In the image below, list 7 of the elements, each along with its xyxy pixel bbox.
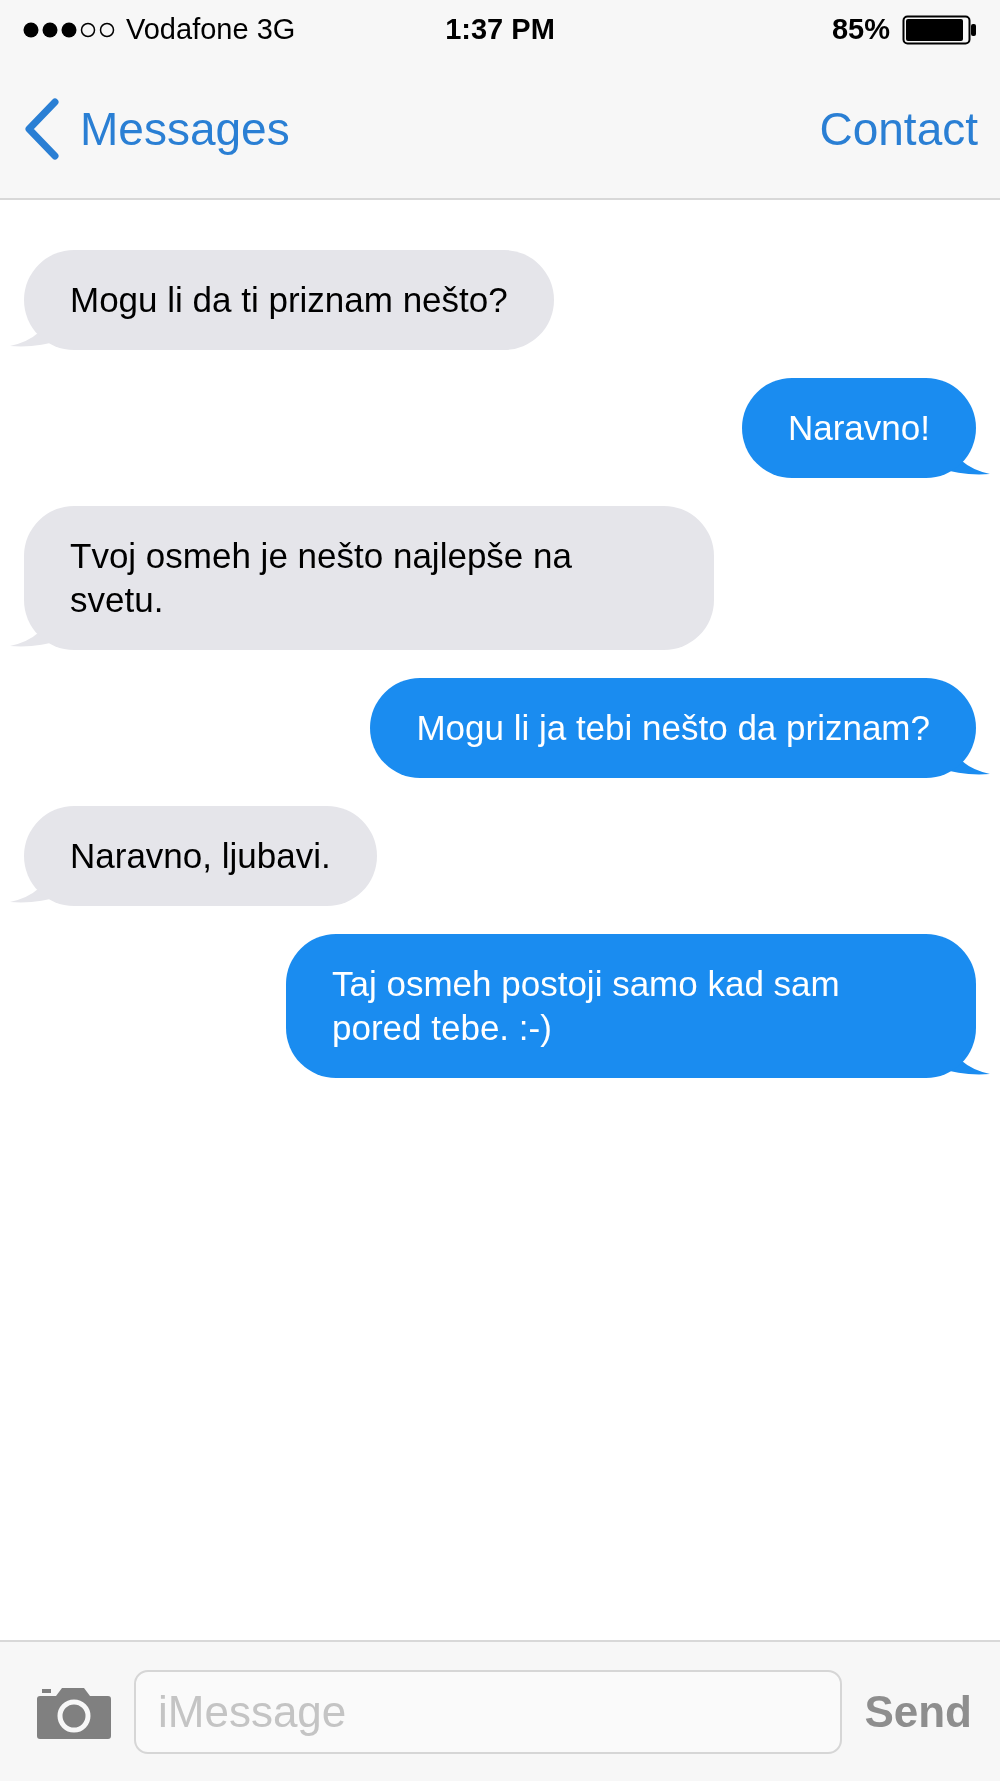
chevron-left-icon	[22, 98, 60, 160]
battery-icon	[902, 15, 978, 45]
back-button[interactable]: Messages	[22, 94, 290, 164]
contact-button[interactable]: Contact	[819, 94, 978, 164]
carrier-name: Vodafone 3G	[126, 12, 296, 48]
clock-time: 1:37 PM	[445, 12, 555, 48]
battery-percentage: 85%	[831, 12, 890, 48]
